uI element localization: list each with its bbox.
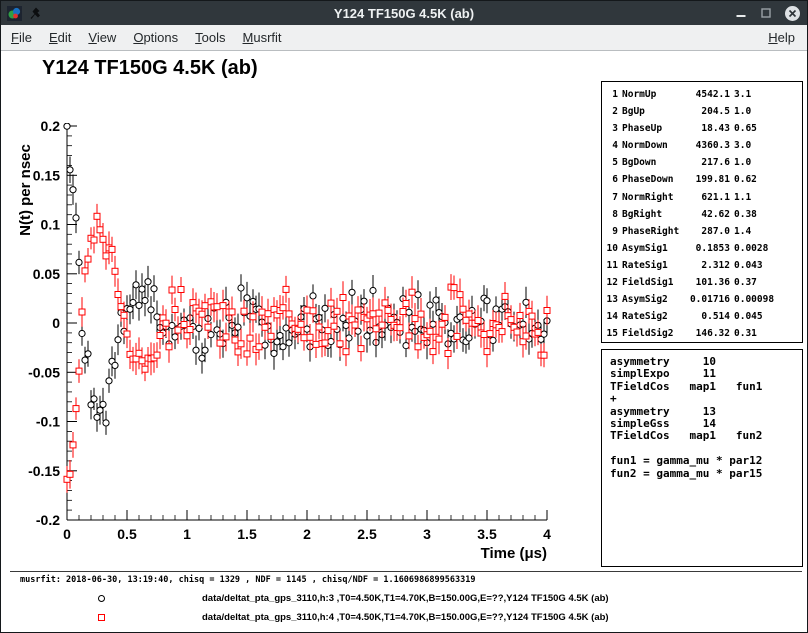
svg-text:0.1: 0.1 — [41, 217, 61, 233]
parameter-row: 15FieldSig2146.320.31 — [606, 325, 802, 342]
parameter-row: 13AsymSig20.017160.00098 — [606, 291, 802, 308]
parameter-table: 1NormUp4542.13.12BgUp204.51.03PhaseUp18.… — [601, 81, 803, 343]
parameter-row: 11RateSig12.3120.043 — [606, 257, 802, 274]
svg-text:1.5: 1.5 — [237, 526, 257, 542]
theory-line: TFieldCos map1 fun1 — [610, 381, 802, 393]
menu-item-view[interactable]: View — [88, 28, 125, 47]
circle-marker-icon — [98, 595, 105, 602]
pin-icon[interactable] — [29, 7, 42, 20]
legend: data/deltat_pta_gps_3110,h:3 ,T0=4.50K,T… — [98, 589, 609, 627]
close-button[interactable] — [784, 5, 801, 22]
menu-item-tools[interactable]: Tools — [195, 28, 234, 47]
parameter-row: 12FieldSig1101.360.37 — [606, 274, 802, 291]
svg-text:0: 0 — [52, 315, 60, 331]
theory-line: TFieldCos map1 fun2 — [610, 430, 802, 442]
parameter-row: 3PhaseUp18.430.65 — [606, 120, 802, 137]
parameter-row: 4NormDown4360.33.0 — [606, 137, 802, 154]
parameter-row: 10AsymSig10.18530.0028 — [606, 240, 802, 257]
legend-label: data/deltat_pta_gps_3110,h:3 ,T0=4.50K,T… — [202, 593, 609, 604]
menu-item-help[interactable]: Help — [768, 28, 795, 47]
legend-item: data/deltat_pta_gps_3110,h:4 ,T0=4.50K,T… — [98, 608, 609, 627]
svg-text:2.5: 2.5 — [357, 526, 377, 542]
menu-item-edit[interactable]: Edit — [49, 28, 80, 47]
y-axis-title: N(t) per nsec — [17, 144, 34, 236]
series-circles — [64, 112, 550, 435]
menu-item-options[interactable]: Options — [133, 28, 187, 47]
svg-text:0: 0 — [63, 526, 71, 542]
theory-block: asymmetry 10simplExpo 11TFieldCos map1 f… — [601, 349, 803, 567]
svg-text:3: 3 — [423, 526, 431, 542]
parameter-row: 2BgUp204.51.0 — [606, 103, 802, 120]
svg-text:3.5: 3.5 — [477, 526, 497, 542]
menu-bar: File Edit View Options Tools Musrfit Help — [1, 25, 807, 51]
divider — [10, 571, 802, 572]
parameter-row: 1NormUp4542.13.1 — [606, 86, 802, 103]
parameter-row: 6PhaseDown199.810.62 — [606, 171, 802, 188]
x-axis-title: Time (μs) — [481, 545, 547, 562]
svg-text:0.5: 0.5 — [117, 526, 137, 542]
parameter-row: 8BgRight42.620.38 — [606, 206, 802, 223]
theory-line: fun2 = gamma_mu * par15 — [610, 468, 802, 480]
maximize-button[interactable] — [759, 6, 773, 20]
minimize-button[interactable] — [734, 6, 748, 20]
app-icon — [7, 6, 22, 21]
svg-text:0.05: 0.05 — [33, 266, 60, 282]
svg-text:-0.2: -0.2 — [36, 512, 60, 528]
window-title: Y124 TF150G 4.5K (ab) — [1, 6, 807, 21]
asymmetry-plot[interactable]: -0.2 -0.15 -0.1 -0.05 0 0.05 0.1 0.15 0.2 0 0.5 1 1.… — [14, 90, 592, 568]
svg-text:4: 4 — [543, 526, 551, 542]
parameter-row: 14RateSig20.5140.045 — [606, 308, 802, 325]
svg-text:2: 2 — [303, 526, 311, 542]
parameter-row: 7NormRight621.11.1 — [606, 189, 802, 206]
fit-status-line: musrfit: 2018-06-30, 13:19:40, chisq = 1… — [20, 575, 475, 585]
menu-item-file[interactable]: File — [11, 28, 41, 47]
square-marker-icon — [98, 614, 105, 621]
svg-text:0.15: 0.15 — [33, 167, 60, 183]
theory-line: + — [610, 393, 802, 405]
app-window: Y124 TF150G 4.5K (ab) File Edit View Option… — [0, 0, 808, 633]
svg-text:-0.05: -0.05 — [28, 364, 60, 380]
parameter-row: 5BgDown217.61.0 — [606, 154, 802, 171]
svg-text:-0.1: -0.1 — [36, 414, 60, 430]
window-titlebar: Y124 TF150G 4.5K (ab) — [1, 1, 807, 25]
legend-label: data/deltat_pta_gps_3110,h:4 ,T0=4.50K,T… — [202, 612, 609, 623]
page-title: Y124 TF150G 4.5K (ab) — [42, 57, 258, 80]
parameter-row: 9PhaseRight287.01.4 — [606, 223, 802, 240]
menu-item-musrfit[interactable]: Musrfit — [243, 28, 291, 47]
theory-line: fun1 = gamma_mu * par12 — [610, 455, 802, 467]
svg-text:-0.15: -0.15 — [28, 463, 60, 479]
legend-item: data/deltat_pta_gps_3110,h:3 ,T0=4.50K,T… — [98, 589, 609, 608]
theory-line: simplExpo 11 — [610, 368, 802, 380]
root-canvas[interactable]: Y124 TF150G 4.5K (ab) -0.2 -0.15 -0.1 -0.05… — [2, 52, 808, 633]
svg-text:0.2: 0.2 — [41, 118, 61, 134]
svg-text:1: 1 — [183, 526, 191, 542]
